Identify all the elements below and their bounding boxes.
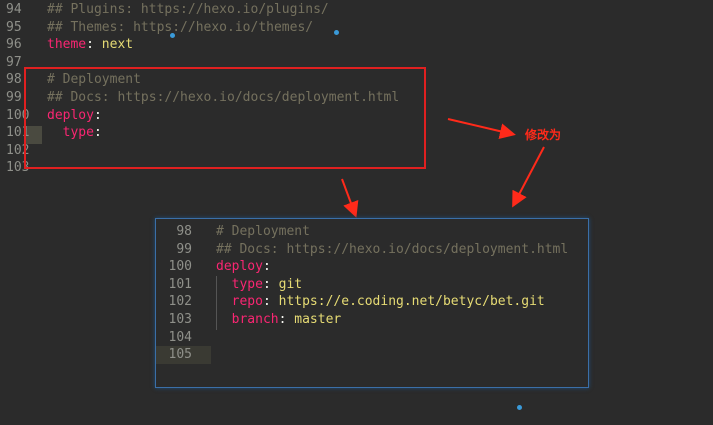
annotation-label: 修改为	[525, 128, 562, 142]
cursor-dot	[517, 405, 522, 410]
code-token: :	[278, 312, 295, 327]
line-number: 101	[168, 276, 192, 292]
code-text: deploy:	[216, 258, 271, 276]
cursor-dot	[170, 33, 175, 38]
arrow-to-panel-left	[341, 178, 359, 218]
code-token: https://e.coding.net/betyc/bet.git	[278, 294, 545, 310]
line-number: 103	[168, 312, 192, 327]
code-token: :	[262, 276, 279, 292]
arrow-to-label	[447, 118, 516, 140]
code-token: # Deployment	[216, 224, 310, 239]
code-text: ## Docs: https://hexo.io/docs/deployment…	[216, 241, 568, 259]
code-text: # Deployment	[216, 223, 310, 241]
code-token: :	[262, 259, 271, 275]
line-number: 98	[176, 224, 192, 239]
code-token: ## Docs: https://hexo.io/docs/deployment…	[216, 241, 569, 257]
code-token: master	[294, 312, 342, 327]
code-text: repo: https://e.coding.net/betyc/bet.git	[216, 293, 545, 311]
code-text: branch: master	[216, 311, 342, 329]
code-token: deploy	[216, 259, 263, 275]
line-number: 105	[168, 347, 192, 363]
code-token: type	[216, 276, 263, 292]
line-number: 100	[168, 259, 192, 275]
arrow-to-panel-right	[512, 146, 545, 208]
line-number: 99	[176, 241, 192, 257]
line-number: 104	[168, 329, 192, 345]
line-number: 102	[168, 294, 192, 310]
code-text: type: git	[216, 276, 302, 294]
cursor-dot	[334, 30, 339, 35]
code-token: repo	[216, 294, 263, 310]
code-token: branch	[216, 312, 279, 327]
code-token: :	[262, 294, 279, 310]
code-token: git	[278, 276, 303, 292]
modified-config-panel: 98 # Deployment 99 ## Docs: https://hexo.io…	[155, 218, 589, 388]
